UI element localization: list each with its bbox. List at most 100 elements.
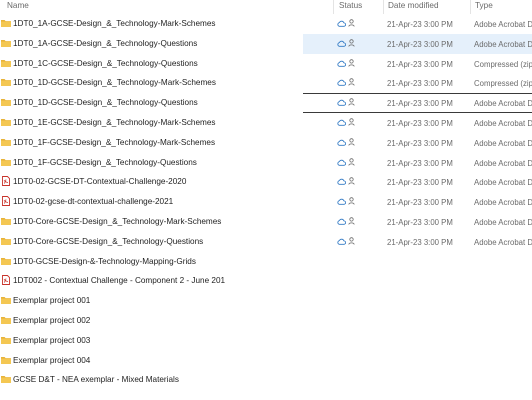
folder-icon: [1, 236, 11, 246]
file-row[interactable]: 1DT0_1A-GCSE-Design_&_Technology-Mark-Sc…: [0, 14, 532, 34]
row-highlight: [303, 311, 532, 331]
folder-icon: [1, 216, 11, 226]
date-modified: 21-Apr-23 3:00 PM: [387, 118, 453, 128]
file-row[interactable]: 1DT0_1F-GCSE-Design_&_Technology-Questio…: [0, 153, 532, 173]
sync-status: [337, 39, 367, 50]
file-row[interactable]: 1DT002 - Contextual Challenge - Componen…: [0, 271, 532, 291]
folder-icon: [1, 157, 11, 167]
folder-icon: [1, 97, 11, 107]
file-row[interactable]: 1DT0_1D-GCSE-Design_&_Technology-Questio…: [0, 93, 532, 113]
column-header-bar: Name Status Date modified Type: [0, 0, 532, 14]
file-type: Adobe Acrobat D...: [474, 158, 532, 168]
file-type: Adobe Acrobat D...: [474, 217, 532, 227]
date-modified: 21-Apr-23 3:00 PM: [387, 217, 453, 227]
folder-icon: [1, 117, 11, 127]
column-divider[interactable]: [383, 0, 384, 14]
file-name[interactable]: 1DT0_1D-GCSE-Design_&_Technology-Questio…: [13, 98, 198, 107]
file-name[interactable]: 1DT0_1F-GCSE-Design_&_Technology-Questio…: [13, 158, 197, 167]
file-list: 1DT0_1A-GCSE-Design_&_Technology-Mark-Sc…: [0, 14, 532, 390]
row-highlight: [303, 271, 532, 291]
folder-icon: [1, 335, 11, 345]
sync-status: [337, 138, 367, 149]
sync-status: [337, 237, 367, 248]
file-row[interactable]: Exemplar project 004: [0, 351, 532, 371]
folder-icon: [1, 256, 11, 266]
file-row[interactable]: 1DT0_1C-GCSE-Design_&_Technology-Questio…: [0, 54, 532, 74]
file-row[interactable]: 1DT0_1D-GCSE-Design_&_Technology-Mark-Sc…: [0, 73, 532, 93]
row-highlight: [303, 331, 532, 351]
pdf-icon: [1, 275, 11, 286]
sync-status: [337, 19, 367, 30]
file-type: Adobe Acrobat D...: [474, 20, 532, 29]
file-name[interactable]: 1DT0-GCSE-Design-&-Technology-Mapping-Gr…: [13, 257, 196, 266]
file-name[interactable]: 1DT0_1A-GCSE-Design_&_Technology-Mark-Sc…: [13, 19, 216, 28]
date-modified: 21-Apr-23 3:00 PM: [387, 178, 453, 188]
sync-status: [337, 98, 367, 109]
sync-status: [337, 78, 367, 89]
file-type: Adobe Acrobat D...: [474, 178, 532, 188]
file-row[interactable]: Exemplar project 002: [0, 311, 532, 331]
folder-icon: [1, 374, 11, 384]
file-row[interactable]: GCSE D&T - NEA exemplar - Mixed Material…: [0, 370, 532, 390]
column-header-type[interactable]: Type: [475, 1, 493, 10]
file-row[interactable]: 1DT0-Core-GCSE-Design_&_Technology-Mark-…: [0, 212, 532, 232]
pdf-icon: [1, 196, 11, 207]
file-row[interactable]: 1DT0-GCSE-Design-&-Technology-Mapping-Gr…: [0, 252, 532, 272]
row-highlight: [303, 291, 532, 311]
file-row[interactable]: 1DT0-02-GCSE-DT-Contextual-Challenge-202…: [0, 172, 532, 192]
file-row[interactable]: 1DT0-02-gcse-dt-contextual-challenge-202…: [0, 192, 532, 212]
file-name[interactable]: 1DT0_1D-GCSE-Design_&_Technology-Mark-Sc…: [13, 78, 216, 87]
file-name[interactable]: 1DT0-Core-GCSE-Design_&_Technology-Quest…: [13, 237, 203, 246]
file-type: Adobe Acrobat D...: [474, 118, 532, 128]
file-type: Adobe Acrobat D...: [474, 138, 532, 148]
column-divider[interactable]: [333, 0, 334, 14]
sync-status: [337, 197, 367, 208]
file-row[interactable]: 1DT0_1F-GCSE-Design_&_Technology-Mark-Sc…: [0, 133, 532, 153]
column-divider[interactable]: [470, 0, 471, 14]
file-type: Compressed (zipp...: [474, 59, 532, 69]
file-row[interactable]: Exemplar project 001: [0, 291, 532, 311]
file-row[interactable]: 1DT0_1E-GCSE-Design_&_Technology-Mark-Sc…: [0, 113, 532, 133]
file-name[interactable]: Exemplar project 001: [13, 296, 90, 305]
file-name[interactable]: GCSE D&T - NEA exemplar - Mixed Material…: [13, 375, 179, 384]
file-name[interactable]: 1DT0_1C-GCSE-Design_&_Technology-Questio…: [13, 59, 198, 68]
file-name[interactable]: 1DT0_1A-GCSE-Design_&_Technology-Questio…: [13, 39, 197, 48]
file-name[interactable]: Exemplar project 003: [13, 336, 90, 345]
file-name[interactable]: 1DT002 - Contextual Challenge - Componen…: [13, 276, 225, 285]
pdf-icon: [1, 176, 11, 187]
folder-icon: [1, 38, 11, 48]
date-modified: 21-Apr-23 3:00 PM: [387, 79, 453, 89]
folder-icon: [1, 315, 11, 325]
folder-icon: [1, 137, 11, 147]
row-highlight: [303, 370, 532, 390]
sync-status: [337, 217, 367, 228]
file-type: Adobe Acrobat D...: [474, 99, 532, 109]
file-name[interactable]: Exemplar project 004: [13, 356, 90, 365]
file-row[interactable]: Exemplar project 003: [0, 331, 532, 351]
file-name[interactable]: 1DT0-Core-GCSE-Design_&_Technology-Mark-…: [13, 217, 221, 226]
column-header-name[interactable]: Name: [7, 1, 29, 10]
sync-status: [337, 118, 367, 129]
date-modified: 21-Apr-23 3:00 PM: [387, 198, 453, 208]
file-name[interactable]: 1DT0_1E-GCSE-Design_&_Technology-Mark-Sc…: [13, 118, 216, 127]
file-type: Adobe Acrobat D...: [474, 39, 532, 49]
file-name[interactable]: 1DT0-02-GCSE-DT-Contextual-Challenge-202…: [13, 177, 186, 186]
file-type: Compressed (zipp...: [474, 79, 532, 89]
column-header-date-modified[interactable]: Date modified: [388, 1, 439, 10]
folder-icon: [1, 18, 11, 28]
file-name[interactable]: 1DT0-02-gcse-dt-contextual-challenge-202…: [13, 197, 173, 206]
folder-icon: [1, 295, 11, 305]
column-header-status[interactable]: Status: [339, 1, 362, 10]
file-type: Adobe Acrobat D...: [474, 237, 532, 247]
file-name[interactable]: 1DT0_1F-GCSE-Design_&_Technology-Mark-Sc…: [13, 138, 215, 147]
sync-status: [337, 157, 367, 169]
date-modified: 21-Apr-23 3:00 PM: [387, 237, 453, 247]
file-row[interactable]: 1DT0_1A-GCSE-Design_&_Technology-Questio…: [0, 33, 532, 54]
folder-icon: [1, 355, 11, 365]
date-modified: 21-Apr-23 3:00 PM: [387, 20, 453, 29]
file-name[interactable]: Exemplar project 002: [13, 316, 90, 325]
date-modified: 21-Apr-23 3:00 PM: [387, 59, 453, 69]
row-highlight: [303, 252, 532, 272]
file-type: Adobe Acrobat D...: [474, 198, 532, 208]
file-row[interactable]: 1DT0-Core-GCSE-Design_&_Technology-Quest…: [0, 232, 532, 252]
